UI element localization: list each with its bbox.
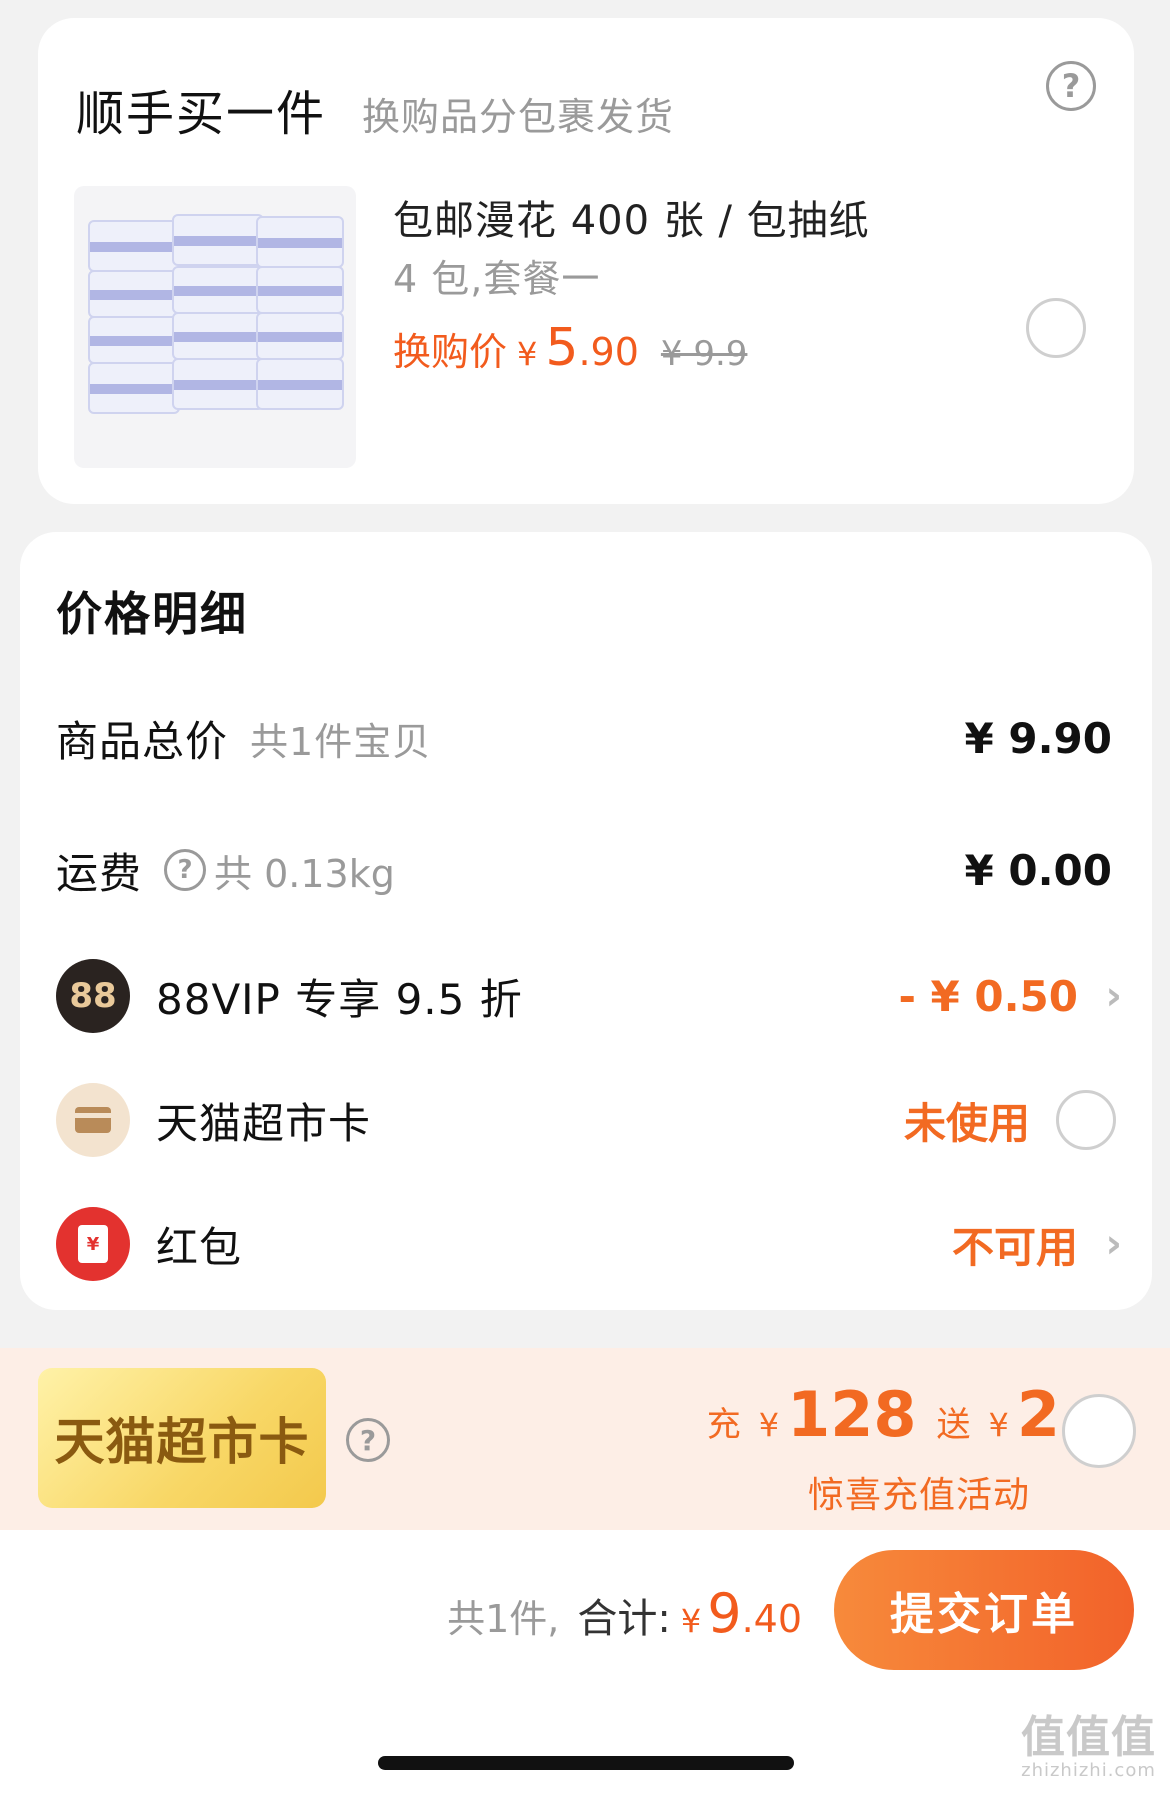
charge-label: 充 [706, 1405, 741, 1445]
price-decimal: .90 [578, 330, 639, 374]
shipping-value: ¥ 0.00 [964, 845, 1112, 895]
vip-discount-value: - ¥ 0.50 [898, 971, 1078, 1021]
price-detail-title: 价格明细 [56, 587, 248, 641]
addon-header: 顺手买一件 换购品分包裹发货 [76, 74, 674, 142]
total-decimal: .40 [741, 1597, 802, 1641]
order-total: 共1件, 合计: ¥ 9 .40 [447, 1582, 802, 1645]
supermarket-card-label: 天猫超市卡 [156, 1098, 372, 1148]
tissue-pack-graphic [172, 214, 264, 266]
shipping-row: 运费 ? 共 0.13kg ¥ 0.00 [56, 830, 1116, 910]
chevron-right-icon: › [1105, 973, 1122, 1019]
tissue-pack-graphic [256, 358, 344, 410]
shipping-weight: 共 0.13kg [214, 851, 395, 896]
tmall-card-badge[interactable]: 天猫超市卡 [38, 1368, 326, 1508]
tissue-pack-graphic [88, 316, 180, 364]
price-integer: 5 [545, 318, 579, 378]
supermarket-card-radio[interactable] [1056, 1090, 1116, 1150]
addon-title: 顺手买一件 [76, 86, 327, 142]
total-label: 合计: [577, 1596, 671, 1642]
question-circle-icon[interactable]: ? [346, 1418, 390, 1462]
recharge-subtitle: 惊喜充值活动 [807, 1475, 1030, 1516]
yen-glyph: ¥ [78, 1225, 108, 1263]
red-packet-status: 不可用 [951, 1222, 1078, 1272]
price-detail-card: 价格明细 商品总价 共1件宝贝 ¥ 9.90 运费 ? 共 0.13kg ¥ 0… [20, 532, 1152, 1310]
watermark-logo: 值值值 [1021, 1712, 1156, 1763]
goods-total-label: 商品总价 [56, 716, 229, 766]
vip-discount-row[interactable]: 88 88VIP 专享 9.5 折 - ¥ 0.50 › [56, 956, 1122, 1036]
vip-88-icon: 88 [56, 959, 130, 1033]
tissue-pack-graphic [88, 220, 180, 272]
card-icon [56, 1083, 130, 1157]
addon-subtitle: 换购品分包裹发货 [362, 95, 675, 139]
tissue-pack-graphic [88, 362, 180, 414]
home-indicator[interactable] [378, 1756, 794, 1770]
total-integer: 9 [707, 1582, 742, 1645]
tissue-pack-graphic [256, 216, 344, 268]
product-variant: 4 包,套餐一 [393, 257, 601, 301]
chevron-right-icon: › [1105, 1221, 1122, 1267]
goods-total-value: ¥ 9.90 [964, 713, 1112, 763]
supermarket-card-row[interactable]: 天猫超市卡 未使用 [56, 1080, 1116, 1160]
item-count: 共1件, [447, 1597, 560, 1641]
supermarket-card-status: 未使用 [903, 1098, 1030, 1148]
gift-amount: 2 [1016, 1378, 1060, 1451]
goods-total-row: 商品总价 共1件宝贝 ¥ 9.90 [56, 698, 1116, 778]
product-price: 换购价 ¥ 5 .90 ¥ 9.9 [393, 318, 747, 378]
red-packet-icon: ¥ [56, 1207, 130, 1281]
checkout-bar: 共1件, 合计: ¥ 9 .40 提交订单 值值值 zhizhizhi.com [0, 1530, 1170, 1794]
tissue-pack-graphic [256, 266, 344, 314]
currency-symbol: ¥ [988, 1406, 1009, 1444]
tissue-pack-graphic [256, 312, 344, 360]
red-packet-label: 红包 [156, 1222, 243, 1272]
recharge-promo-bar: 天猫超市卡 ? 充 ¥ 128 送 ¥ 2 惊喜充值活动 [0, 1348, 1170, 1530]
question-circle-icon[interactable]: ? [1046, 61, 1096, 111]
vip-label: 88VIP 专享 9.5 折 [156, 974, 523, 1024]
submit-order-button[interactable]: 提交订单 [834, 1550, 1134, 1670]
shipping-label: 运费 [56, 848, 143, 898]
gift-label: 送 [936, 1405, 971, 1445]
goods-count: 共1件宝贝 [250, 719, 432, 764]
currency-symbol: ¥ [680, 1602, 702, 1640]
tissue-pack-graphic [172, 266, 264, 314]
currency-symbol: ¥ [758, 1406, 780, 1444]
currency-symbol: ¥ [517, 335, 538, 373]
question-circle-icon[interactable]: ? [164, 849, 207, 891]
watermark-url: zhizhizhi.com [1021, 1760, 1156, 1781]
tissue-pack-graphic [88, 270, 180, 318]
addon-select-radio[interactable] [1026, 298, 1086, 358]
addon-purchase-card: 顺手买一件 换购品分包裹发货 ? 包邮漫花 400 张 / 包抽纸 4 包,套餐… [38, 18, 1134, 504]
price-label: 换购价 [393, 330, 508, 374]
original-price: ¥ 9.9 [660, 334, 748, 374]
product-image[interactable] [74, 186, 356, 468]
product-name[interactable]: 包邮漫花 400 张 / 包抽纸 [393, 188, 870, 246]
watermark: 值值值 zhizhizhi.com [1021, 1712, 1156, 1782]
charge-amount: 128 [787, 1378, 917, 1451]
red-packet-row[interactable]: ¥ 红包 不可用 › [56, 1204, 1122, 1284]
recharge-offer: 充 ¥ 128 送 ¥ 2 [707, 1378, 1060, 1451]
recharge-select-radio[interactable] [1062, 1394, 1136, 1468]
tissue-pack-graphic [172, 358, 264, 410]
tissue-pack-graphic [172, 312, 264, 360]
